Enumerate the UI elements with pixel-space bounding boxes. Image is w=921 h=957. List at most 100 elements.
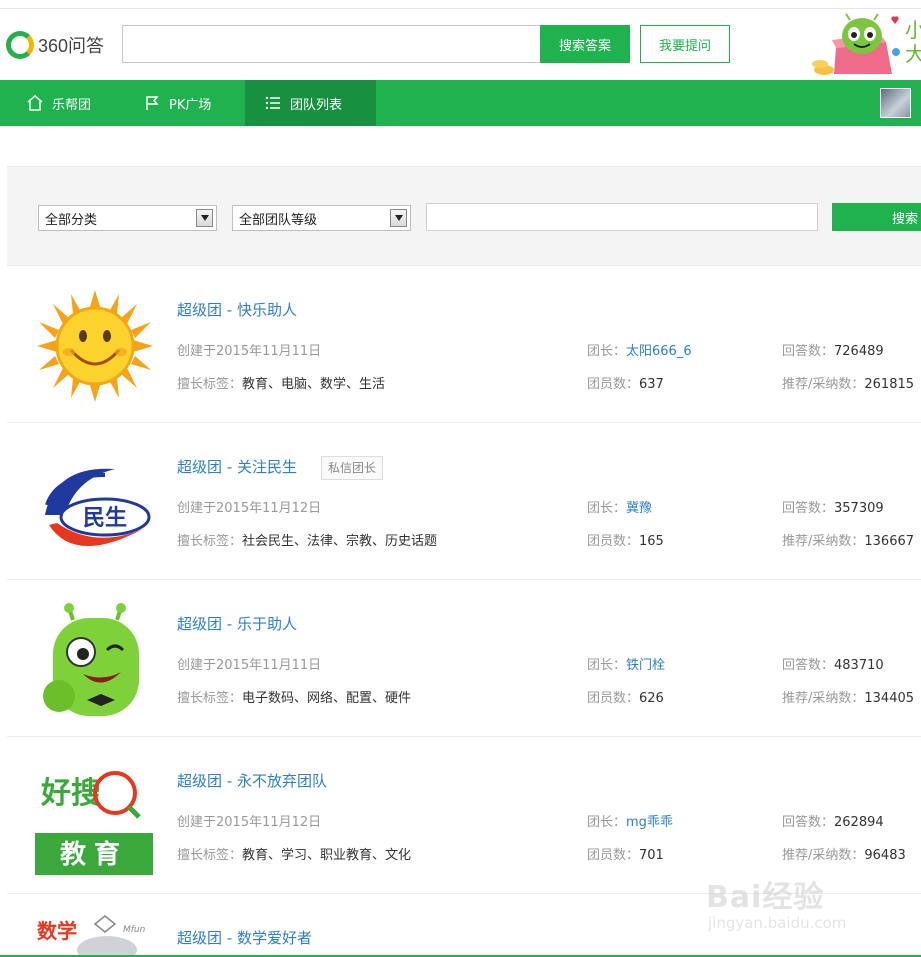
answers-value: 262894 <box>834 815 884 830</box>
created-prefix: 创建于 <box>177 658 217 673</box>
members-prefix: 团员数： <box>587 691 640 706</box>
tags-prefix: 擅长标签： <box>177 534 243 549</box>
members-value: 626 <box>639 691 664 706</box>
search-input[interactable] <box>122 25 540 63</box>
team-leader: 团长：铁门栓 <box>587 654 665 673</box>
created-prefix: 创建于 <box>177 501 217 516</box>
tags-prefix: 擅长标签： <box>177 377 243 392</box>
members-prefix: 团员数： <box>587 534 640 549</box>
mascot-gift-icon <box>812 13 900 75</box>
team-level-select[interactable]: 全部团队等级 <box>232 205 411 231</box>
tags-value: 社会民生、法律、宗教、历史话题 <box>242 534 438 549</box>
leader-link[interactable]: mg乖乖 <box>626 815 673 830</box>
dropdown-arrow-icon <box>196 209 213 227</box>
dropdown-arrow-icon <box>390 209 407 227</box>
team-row: 好搜 教育 超级团 - 永不放弃团队 创建于2015年11月12日 擅长标签：教… <box>7 737 921 894</box>
flag-icon <box>146 96 159 110</box>
avatar-text: 教育 <box>60 839 128 870</box>
leader-prefix: 团长： <box>587 344 627 359</box>
answers-prefix: 回答数： <box>782 501 835 516</box>
top-divider <box>0 8 921 9</box>
team-members: 团员数：165 <box>587 530 664 549</box>
math-avatar-icon: 数学 Mfun <box>37 915 146 957</box>
team-row: 超级团 - 快乐助人 创建于2015年11月11日 擅长标签：教育、电脑、数学、… <box>7 266 921 423</box>
sun-avatar-icon <box>37 290 153 402</box>
created-date: 2015年11月12日 <box>216 501 322 516</box>
team-row: 民生 超级团 - 关注民生 私信团长 创建于2015年11月12日 擅长标签：社… <box>7 423 921 580</box>
members-value: 165 <box>639 534 664 549</box>
nav-item-label: 团队列表 <box>290 97 343 113</box>
logo-ring-icon <box>6 31 34 59</box>
adopted-value: 134405 <box>864 691 915 706</box>
members-prefix: 团员数： <box>587 377 640 392</box>
adopted-prefix: 推荐/采纳数： <box>782 691 865 706</box>
team-adopted: 推荐/采纳数：136667 <box>782 530 914 549</box>
created-date: 2015年11月11日 <box>216 658 322 673</box>
tags-value: 教育、电脑、数学、生活 <box>242 377 386 392</box>
green-mascot-avatar-icon <box>43 603 139 716</box>
team-name-link[interactable]: 超级团 - 快乐助人 <box>177 299 297 320</box>
logo-text: 360问答 <box>38 36 105 56</box>
team-name-link[interactable]: 超级团 - 数学爱好者 <box>177 927 312 948</box>
team-answers: 回答数：483710 <box>782 654 884 673</box>
created-prefix: 创建于 <box>177 815 217 830</box>
logo[interactable]: 360问答 <box>6 30 104 60</box>
answers-value: 726489 <box>834 344 884 359</box>
answers-prefix: 回答数： <box>782 815 835 830</box>
team-keyword-input[interactable] <box>426 203 818 231</box>
team-adopted: 推荐/采纳数：261815 <box>782 373 914 392</box>
team-search-button[interactable]: 搜索 <box>832 203 921 231</box>
team-adopted: 推荐/采纳数：96483 <box>782 844 906 863</box>
team-created: 创建于2015年11月11日 <box>177 654 321 673</box>
adopted-prefix: 推荐/采纳数： <box>782 848 865 863</box>
created-date: 2015年11月12日 <box>216 815 322 830</box>
leader-prefix: 团长： <box>587 658 627 673</box>
created-date: 2015年11月11日 <box>216 344 322 359</box>
team-leader: 团长：冀豫 <box>587 497 652 516</box>
leader-link[interactable]: 冀豫 <box>626 501 652 516</box>
team-row: 超级团 - 乐于助人 创建于2015年11月11日 擅长标签：电子数码、网络、配… <box>7 580 921 737</box>
tags-prefix: 擅长标签： <box>177 691 243 706</box>
avatar-text: 数学 <box>37 919 77 943</box>
side-banner-text: 小大 <box>905 18 921 66</box>
created-prefix: 创建于 <box>177 344 217 359</box>
answers-value: 357309 <box>834 501 884 516</box>
avatar-text: 民生 <box>83 506 127 531</box>
category-select-value: 全部分类 <box>45 212 98 228</box>
team-name-link[interactable]: 超级团 - 乐于助人 <box>177 613 297 634</box>
members-prefix: 团员数： <box>587 848 640 863</box>
adopted-value: 96483 <box>864 848 906 863</box>
team-level-select-value: 全部团队等级 <box>239 212 318 228</box>
team-name-link[interactable]: 超级团 - 关注民生 <box>177 456 297 477</box>
team-members: 团员数：637 <box>587 373 664 392</box>
leader-prefix: 团长： <box>587 815 627 830</box>
leader-link[interactable]: 铁门栓 <box>626 658 665 673</box>
team-name-link[interactable]: 超级团 - 永不放弃团队 <box>177 770 327 791</box>
members-value: 701 <box>639 848 664 863</box>
tags-value: 电子数码、网络、配置、硬件 <box>242 691 412 706</box>
team-answers: 回答数：262894 <box>782 811 884 830</box>
category-select[interactable]: 全部分类 <box>38 205 217 231</box>
team-answers: 回答数：357309 <box>782 497 884 516</box>
user-avatar[interactable] <box>880 88 911 118</box>
nav-item-label: 乐帮团 <box>52 97 92 113</box>
team-answers: 回答数：726489 <box>782 340 884 359</box>
nav-item-team-list[interactable]: 团队列表 <box>245 80 376 126</box>
message-leader-badge[interactable]: 私信团长 <box>321 456 384 480</box>
nav-item-lebangtuan[interactable]: 乐帮团 <box>26 80 91 126</box>
avatar-brand-text: Mfun <box>123 925 146 935</box>
team-leader: 团长：太阳666_6 <box>587 340 692 359</box>
search-answers-button[interactable]: 搜索答案 <box>540 25 630 63</box>
nav-item-pk-square[interactable]: PK广场 <box>143 80 211 126</box>
leader-link[interactable]: 太阳666_6 <box>626 344 692 359</box>
adopted-value: 136667 <box>864 534 915 549</box>
team-tags: 擅长标签：教育、电脑、数学、生活 <box>177 373 385 392</box>
answers-value: 483710 <box>834 658 884 673</box>
ask-question-button[interactable]: 我要提问 <box>640 25 730 63</box>
nav-item-label: PK广场 <box>169 97 212 113</box>
team-created: 创建于2015年11月11日 <box>177 340 321 359</box>
avatar-text: 好搜 <box>40 776 101 811</box>
haosou-education-avatar-icon: 好搜 教育 <box>35 759 155 875</box>
leader-prefix: 团长： <box>587 501 627 516</box>
team-members: 团员数：701 <box>587 844 664 863</box>
